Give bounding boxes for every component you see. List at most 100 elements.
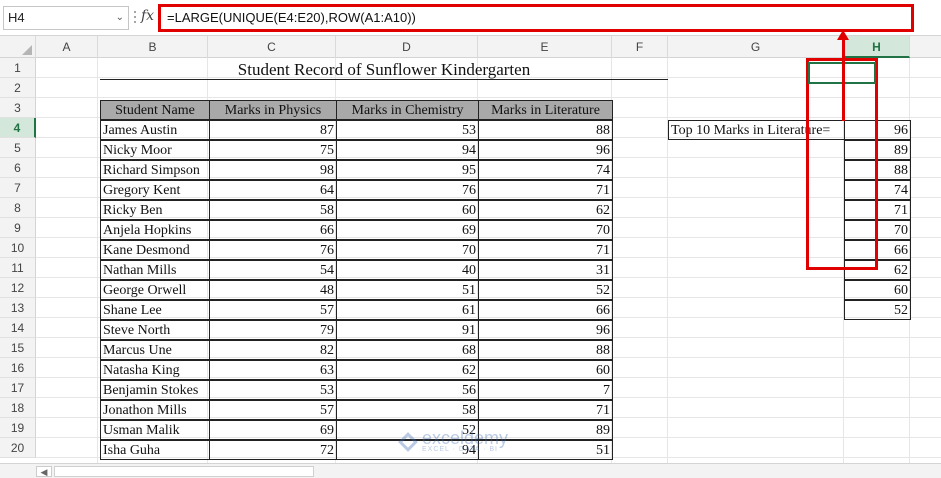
row-header-4[interactable]: 4 xyxy=(0,118,36,138)
student-name-cell[interactable]: Kane Desmond xyxy=(100,240,210,260)
drag-handle-icon[interactable] xyxy=(133,11,137,25)
literature-mark-cell[interactable]: 62 xyxy=(478,200,613,220)
chemistry-mark-cell[interactable]: 56 xyxy=(336,380,479,400)
row-header-7[interactable]: 7 xyxy=(0,178,36,198)
physics-mark-cell[interactable]: 87 xyxy=(209,120,337,140)
top-mark-cell[interactable]: 70 xyxy=(844,220,911,240)
chemistry-mark-cell[interactable]: 68 xyxy=(336,340,479,360)
physics-mark-cell[interactable]: 58 xyxy=(209,200,337,220)
student-name-cell[interactable]: Benjamin Stokes xyxy=(100,380,210,400)
student-name-cell[interactable]: George Orwell xyxy=(100,280,210,300)
row-header-1[interactable]: 1 xyxy=(0,58,36,78)
physics-mark-cell[interactable]: 69 xyxy=(209,420,337,440)
column-header-h[interactable]: H xyxy=(844,36,910,58)
column-header-d[interactable]: D xyxy=(336,36,478,58)
physics-mark-cell[interactable]: 75 xyxy=(209,140,337,160)
student-name-cell[interactable]: Ricky Ben xyxy=(100,200,210,220)
row-header-13[interactable]: 13 xyxy=(0,298,36,318)
chemistry-mark-cell[interactable]: 40 xyxy=(336,260,479,280)
literature-mark-cell[interactable]: 71 xyxy=(478,180,613,200)
column-header-f[interactable]: F xyxy=(612,36,668,58)
row-header-15[interactable]: 15 xyxy=(0,338,36,358)
top-mark-cell[interactable]: 88 xyxy=(844,160,911,180)
chemistry-mark-cell[interactable]: 91 xyxy=(336,320,479,340)
top-mark-cell[interactable]: 62 xyxy=(844,260,911,280)
header-student-name[interactable]: Student Name xyxy=(100,100,210,120)
student-name-cell[interactable]: Jonathon Mills xyxy=(100,400,210,420)
literature-mark-cell[interactable]: 31 xyxy=(478,260,613,280)
physics-mark-cell[interactable]: 76 xyxy=(209,240,337,260)
chemistry-mark-cell[interactable]: 53 xyxy=(336,120,479,140)
student-name-cell[interactable]: Steve North xyxy=(100,320,210,340)
physics-mark-cell[interactable]: 64 xyxy=(209,180,337,200)
function-icon[interactable]: fx xyxy=(141,8,155,24)
literature-mark-cell[interactable]: 7 xyxy=(478,380,613,400)
column-header-b[interactable]: B xyxy=(98,36,208,58)
student-name-cell[interactable]: Shane Lee xyxy=(100,300,210,320)
chemistry-mark-cell[interactable]: 61 xyxy=(336,300,479,320)
header-chemistry[interactable]: Marks in Chemistry xyxy=(336,100,479,120)
student-name-cell[interactable]: Natasha King xyxy=(100,360,210,380)
physics-mark-cell[interactable]: 66 xyxy=(209,220,337,240)
column-header-g[interactable]: G xyxy=(668,36,844,58)
student-name-cell[interactable]: Usman Malik xyxy=(100,420,210,440)
physics-mark-cell[interactable]: 82 xyxy=(209,340,337,360)
sheet-title[interactable]: Student Record of Sunflower Kindergarten xyxy=(100,60,668,80)
physics-mark-cell[interactable]: 53 xyxy=(209,380,337,400)
row-header-10[interactable]: 10 xyxy=(0,238,36,258)
top-mark-cell[interactable]: 60 xyxy=(844,280,911,300)
literature-mark-cell[interactable]: 88 xyxy=(478,120,613,140)
top-mark-cell[interactable]: 71 xyxy=(844,200,911,220)
literature-mark-cell[interactable]: 52 xyxy=(478,280,613,300)
header-physics[interactable]: Marks in Physics xyxy=(209,100,337,120)
top-marks-label[interactable]: Top 10 Marks in Literature= xyxy=(668,120,845,140)
student-name-cell[interactable]: James Austin xyxy=(100,120,210,140)
header-literature[interactable]: Marks in Literature xyxy=(478,100,613,120)
top-mark-cell[interactable]: 74 xyxy=(844,180,911,200)
literature-mark-cell[interactable]: 74 xyxy=(478,160,613,180)
row-header-6[interactable]: 6 xyxy=(0,158,36,178)
physics-mark-cell[interactable]: 98 xyxy=(209,160,337,180)
row-header-18[interactable]: 18 xyxy=(0,398,36,418)
row-header-5[interactable]: 5 xyxy=(0,138,36,158)
literature-mark-cell[interactable]: 71 xyxy=(478,400,613,420)
student-name-cell[interactable]: Nicky Moor xyxy=(100,140,210,160)
physics-mark-cell[interactable]: 63 xyxy=(209,360,337,380)
row-header-9[interactable]: 9 xyxy=(0,218,36,238)
physics-mark-cell[interactable]: 72 xyxy=(209,440,337,460)
literature-mark-cell[interactable]: 70 xyxy=(478,220,613,240)
literature-mark-cell[interactable]: 66 xyxy=(478,300,613,320)
student-name-cell[interactable]: Anjela Hopkins xyxy=(100,220,210,240)
chemistry-mark-cell[interactable]: 69 xyxy=(336,220,479,240)
literature-mark-cell[interactable]: 88 xyxy=(478,340,613,360)
literature-mark-cell[interactable]: 96 xyxy=(478,140,613,160)
physics-mark-cell[interactable]: 48 xyxy=(209,280,337,300)
top-mark-cell[interactable]: 96 xyxy=(844,120,911,140)
row-header-11[interactable]: 11 xyxy=(0,258,36,278)
chemistry-mark-cell[interactable]: 70 xyxy=(336,240,479,260)
name-box[interactable]: H4 ⌄ xyxy=(3,6,129,30)
chemistry-mark-cell[interactable]: 95 xyxy=(336,160,479,180)
column-header-c[interactable]: C xyxy=(208,36,336,58)
column-header-e[interactable]: E xyxy=(478,36,612,58)
column-header-a[interactable]: A xyxy=(36,36,98,58)
student-name-cell[interactable]: Marcus Une xyxy=(100,340,210,360)
row-header-16[interactable]: 16 xyxy=(0,358,36,378)
student-name-cell[interactable]: Isha Guha xyxy=(100,440,210,460)
student-name-cell[interactable]: Richard Simpson xyxy=(100,160,210,180)
row-header-8[interactable]: 8 xyxy=(0,198,36,218)
physics-mark-cell[interactable]: 54 xyxy=(209,260,337,280)
physics-mark-cell[interactable]: 57 xyxy=(209,400,337,420)
row-header-17[interactable]: 17 xyxy=(0,378,36,398)
chemistry-mark-cell[interactable]: 62 xyxy=(336,360,479,380)
student-name-cell[interactable]: Gregory Kent xyxy=(100,180,210,200)
top-mark-cell[interactable]: 66 xyxy=(844,240,911,260)
top-mark-cell[interactable]: 89 xyxy=(844,140,911,160)
student-name-cell[interactable]: Nathan Mills xyxy=(100,260,210,280)
chemistry-mark-cell[interactable]: 76 xyxy=(336,180,479,200)
row-header-12[interactable]: 12 xyxy=(0,278,36,298)
physics-mark-cell[interactable]: 57 xyxy=(209,300,337,320)
row-header-2[interactable]: 2 xyxy=(0,78,36,98)
cell-grid[interactable]: Student Record of Sunflower Kindergarten… xyxy=(36,58,941,463)
top-mark-cell[interactable]: 52 xyxy=(844,300,911,320)
